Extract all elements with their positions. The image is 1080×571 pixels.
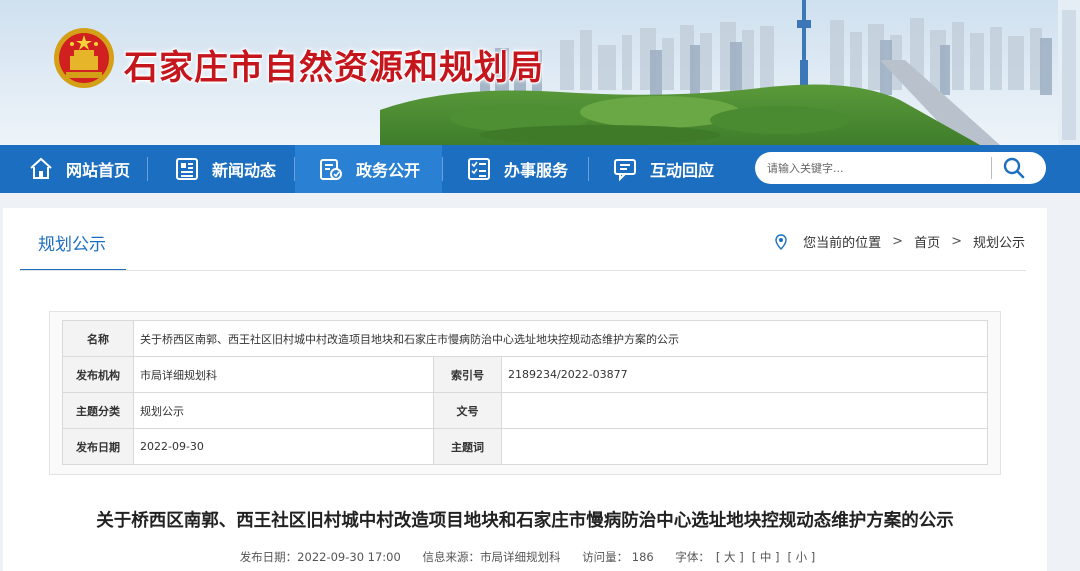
nav-label: 办事服务 <box>504 161 569 180</box>
chat-icon <box>614 159 636 182</box>
news-icon <box>176 158 198 180</box>
search-box <box>755 152 1046 184</box>
breadcrumb: 您当前的位置 > 首页 > 规划公示 <box>775 232 1025 251</box>
search-input[interactable] <box>767 158 992 178</box>
tab-planning-notice[interactable]: 规划公示 <box>20 208 126 271</box>
nav-item-home[interactable]: 网站首页 <box>28 145 130 193</box>
nav-divider <box>442 157 443 181</box>
breadcrumb-current-link[interactable]: 规划公示 <box>973 232 1025 251</box>
nav-item-gov-affairs[interactable]: 政务公开 <box>295 145 442 193</box>
nav-label: 互动回应 <box>650 161 715 180</box>
index-value: 2189234/2022-03877 <box>501 356 988 393</box>
font-size-label: 字体： <box>675 550 710 564</box>
name-label: 名称 <box>62 320 134 357</box>
breadcrumb-home-link[interactable]: 首页 <box>914 232 940 251</box>
nav-label: 网站首页 <box>66 161 131 180</box>
article-info: 发布日期：2022-09-30 17:00 信息来源：市局详细规划科 访问量： … <box>3 549 1047 565</box>
national-emblem-logo <box>54 28 114 88</box>
nav-item-news[interactable]: 新闻动态 <box>174 145 276 193</box>
site-title: 石家庄市自然资源和规划局 <box>124 48 544 88</box>
info-source: 信息来源：市局详细规划科 <box>422 550 561 564</box>
header-banner: 石家庄市自然资源和规划局 <box>0 0 1080 145</box>
date-value: 2022-09-30 <box>133 428 434 465</box>
font-size-medium-button[interactable]: [ 中 ] <box>752 550 780 564</box>
topic-value: 规划公示 <box>133 392 434 429</box>
keyword-value <box>501 428 988 465</box>
table-row: 发布机构 市局详细规划科 索引号 2189234/2022-03877 <box>62 356 988 393</box>
table-row: 主题分类 规划公示 文号 <box>62 392 988 429</box>
name-value: 关于桥西区南郭、西王社区旧村城中村改造项目地块和石家庄市慢病防治中心选址地块控规… <box>133 320 988 357</box>
breadcrumb-prefix: 您当前的位置 <box>803 236 882 251</box>
topic-label: 主题分类 <box>62 392 134 429</box>
article-title: 关于桥西区南郭、西王社区旧村城中村改造项目地块和石家庄市慢病防治中心选址地块控规… <box>96 511 954 531</box>
info-table: 名称 关于桥西区南郭、西王社区旧村城中村改造项目地块和石家庄市慢病防治中心选址地… <box>62 320 988 465</box>
docno-label: 文号 <box>433 392 502 429</box>
date-label: 发布日期 <box>62 428 134 465</box>
view-count: 访问量： 186 <box>582 550 654 564</box>
font-size-small-button[interactable]: [ 小 ] <box>788 550 816 564</box>
org-value: 市局详细规划科 <box>133 356 434 393</box>
info-table-wrapper: 名称 关于桥西区南郭、西王社区旧村城中村改造项目地块和石家庄市慢病防治中心选址地… <box>49 311 1001 475</box>
nav-item-interaction[interactable]: 互动回应 <box>612 145 714 193</box>
home-icon <box>30 157 52 179</box>
index-label: 索引号 <box>433 356 502 393</box>
content-panel: 规划公示 您当前的位置 > 首页 > 规划公示 名称 关于桥西区南郭、西王社区旧… <box>3 208 1047 571</box>
search-divider <box>991 157 992 179</box>
search-icon[interactable] <box>1001 156 1027 180</box>
docno-value <box>501 392 988 429</box>
table-row: 发布日期 2022-09-30 主题词 <box>62 428 988 465</box>
gov-affairs-icon <box>320 159 342 180</box>
nav-label: 政务公开 <box>356 161 421 180</box>
keyword-label: 主题词 <box>433 428 502 465</box>
nav-item-services[interactable]: 办事服务 <box>466 145 568 193</box>
font-size-large-button[interactable]: [ 大 ] <box>716 550 744 564</box>
org-label: 发布机构 <box>62 356 134 393</box>
nav-divider <box>588 157 589 181</box>
tab-label: 规划公示 <box>38 235 106 255</box>
tab-divider <box>20 270 1026 271</box>
location-pin-icon <box>775 233 787 250</box>
service-list-icon <box>468 158 490 180</box>
breadcrumb-separator: > <box>892 234 904 249</box>
breadcrumb-separator: > <box>951 234 962 249</box>
publish-time: 发布日期：2022-09-30 17:00 <box>239 550 401 564</box>
table-row: 名称 关于桥西区南郭、西王社区旧村城中村改造项目地块和石家庄市慢病防治中心选址地… <box>62 320 988 357</box>
nav-divider <box>147 157 148 181</box>
nav-label: 新闻动态 <box>212 161 277 180</box>
